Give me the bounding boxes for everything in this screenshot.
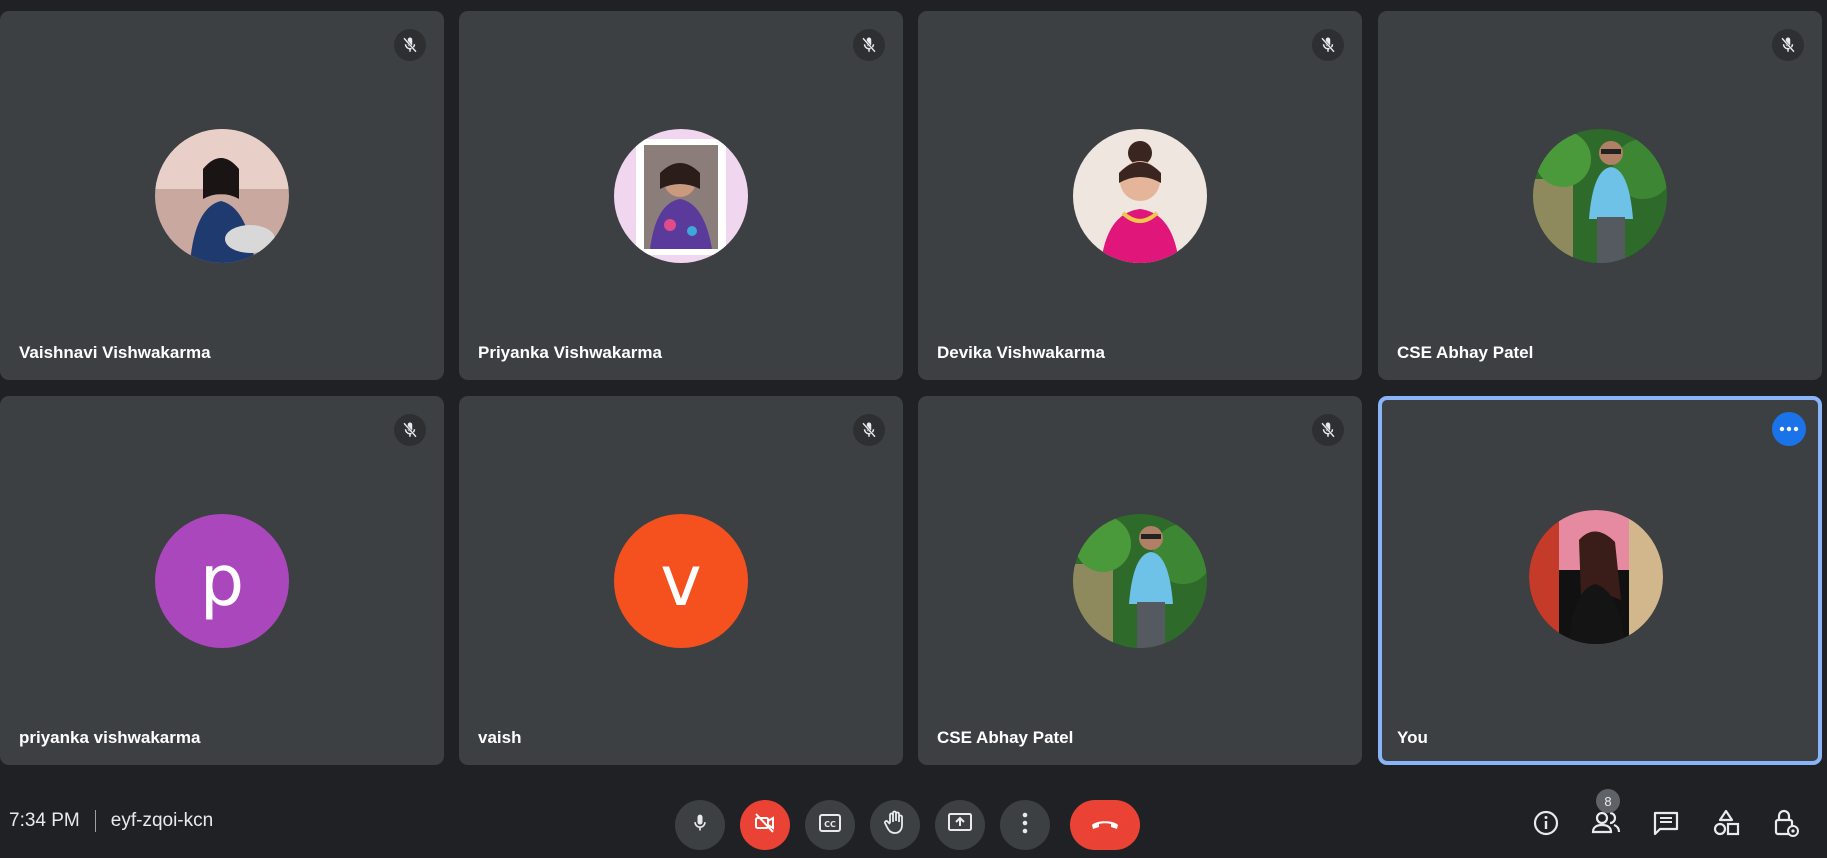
participant-name: vaish: [478, 728, 522, 747]
participant-tile-priyanka-letter[interactable]: p priyanka vishwakarma: [0, 396, 444, 765]
participant-tile-you[interactable]: You: [1378, 396, 1822, 765]
muted-mic-icon: [1312, 414, 1344, 446]
host-controls-button[interactable]: [1766, 805, 1806, 845]
participant-name: CSE Abhay Patel: [1397, 343, 1534, 362]
more-options-icon[interactable]: [1772, 412, 1806, 446]
people-count-badge: 8: [1596, 789, 1620, 813]
avatar-initial: p: [155, 513, 289, 648]
participant-name: Devika Vishwakarma: [937, 343, 1105, 362]
activities-icon: [1712, 809, 1740, 842]
avatar: [1533, 128, 1667, 263]
chat-button[interactable]: [1646, 805, 1686, 845]
participant-name: Vaishnavi Vishwakarma: [19, 343, 211, 362]
muted-mic-icon: [1312, 29, 1344, 61]
people-button[interactable]: 8: [1586, 789, 1626, 845]
camera-button[interactable]: [740, 800, 790, 850]
present-button[interactable]: [935, 800, 985, 850]
mic-icon: [690, 812, 710, 839]
participant-tile-abhay[interactable]: CSE Abhay Patel: [1378, 11, 1822, 380]
avatar: [1529, 509, 1663, 644]
participant-name: CSE Abhay Patel: [937, 728, 1074, 747]
muted-mic-icon: [394, 29, 426, 61]
meeting-code[interactable]: eyf-zqoi-kcn: [111, 810, 213, 832]
participant-tile-vaishnavi[interactable]: Vaishnavi Vishwakarma: [0, 11, 444, 380]
meeting-info: 7:34 PM eyf-zqoi-kcn: [9, 810, 213, 832]
avatar: [614, 128, 748, 263]
participant-tile-priyanka[interactable]: Priyanka Vishwakarma: [459, 11, 903, 380]
meeting-time: 7:34 PM: [9, 810, 80, 831]
divider: [94, 810, 96, 832]
avatar-initial: v: [614, 513, 748, 648]
host-controls-icon: [1773, 809, 1799, 842]
camera-off-icon: [753, 811, 777, 840]
info-icon: [1532, 809, 1560, 842]
muted-mic-icon: [1772, 29, 1804, 61]
more-options-button[interactable]: [1000, 800, 1050, 850]
people-icon: [1591, 810, 1621, 841]
chat-icon: [1652, 810, 1680, 841]
participant-tile-vaish[interactable]: v vaish: [459, 396, 903, 765]
muted-mic-icon: [394, 414, 426, 446]
raise-hand-icon: [883, 810, 907, 841]
avatar: [155, 128, 289, 263]
avatar: [1073, 128, 1207, 263]
leave-call-button[interactable]: [1070, 800, 1140, 850]
participant-tile-devika[interactable]: Devika Vishwakarma: [918, 11, 1362, 380]
svg-text:CC: CC: [824, 820, 836, 829]
more-options-icon: [1022, 812, 1028, 839]
participant-tile-abhay-2[interactable]: CSE Abhay Patel: [918, 396, 1362, 765]
muted-mic-icon: [853, 29, 885, 61]
muted-mic-icon: [853, 414, 885, 446]
participant-name: Priyanka Vishwakarma: [478, 343, 662, 362]
present-icon: [947, 812, 973, 839]
mic-button[interactable]: [675, 800, 725, 850]
avatar: [1073, 513, 1207, 648]
raise-hand-button[interactable]: [870, 800, 920, 850]
participant-name: priyanka vishwakarma: [19, 728, 201, 747]
call-controls: CC: [675, 800, 1155, 850]
side-panel-controls: 8: [1526, 789, 1826, 845]
activities-button[interactable]: [1706, 805, 1746, 845]
meeting-details-button[interactable]: [1526, 805, 1566, 845]
hang-up-icon: [1090, 816, 1120, 835]
participant-name: You: [1397, 728, 1428, 747]
captions-icon: CC: [818, 813, 842, 838]
captions-button[interactable]: CC: [805, 800, 855, 850]
